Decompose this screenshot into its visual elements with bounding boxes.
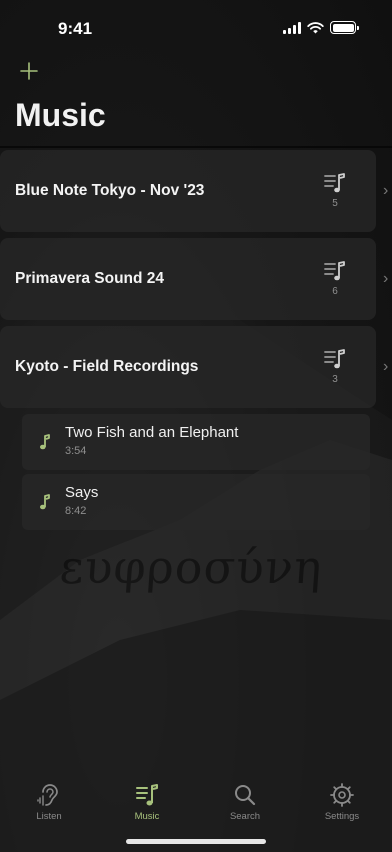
track-row[interactable]: Two Fish and an Elephant 3:54 — [22, 414, 370, 470]
tab-settings[interactable]: Settings — [307, 782, 377, 822]
track-count: 6 — [332, 286, 338, 297]
track-count: 3 — [332, 374, 338, 385]
track-duration: 3:54 — [65, 445, 87, 457]
page-title: Music — [15, 97, 106, 133]
cellular-signal-icon — [283, 21, 301, 34]
music-note-icon — [40, 434, 50, 450]
track-title: Says — [65, 484, 99, 501]
music-list-icon — [324, 349, 345, 369]
home-indicator — [126, 839, 266, 844]
battery-icon — [330, 21, 359, 34]
track-count: 5 — [332, 198, 338, 209]
chevron-right-icon[interactable]: › — [383, 182, 388, 200]
plus-icon — [20, 62, 38, 80]
chevron-right-icon[interactable]: › — [383, 270, 388, 288]
status-bar: 9:41 — [0, 0, 392, 54]
playlist-row[interactable]: Blue Note Tokyo - Nov '23 5 — [0, 150, 376, 232]
background-lettering: ευφροσύνη — [58, 540, 325, 594]
playlist-name: Kyoto - Field Recordings — [15, 358, 199, 375]
music-list-icon — [136, 784, 158, 806]
music-list-icon — [324, 173, 345, 193]
chevron-right-icon[interactable]: › — [383, 358, 388, 376]
gear-icon — [330, 783, 354, 807]
track-duration: 8:42 — [65, 505, 87, 517]
music-note-icon — [40, 494, 50, 510]
ear-icon — [37, 784, 58, 806]
tab-label: Search — [229, 811, 261, 822]
title-divider — [0, 146, 392, 148]
add-button[interactable] — [16, 58, 42, 84]
status-icons — [283, 21, 359, 34]
wifi-icon — [307, 21, 324, 33]
track-title: Two Fish and an Elephant — [65, 424, 239, 441]
tab-listen[interactable]: Listen — [14, 782, 84, 822]
tab-label: Settings — [324, 811, 360, 822]
tab-label: Listen — [36, 811, 62, 822]
search-icon — [235, 785, 256, 806]
music-list-icon — [324, 261, 345, 281]
tab-label: Music — [134, 811, 160, 822]
track-row[interactable]: Says 8:42 — [22, 474, 370, 530]
playlist-name: Primavera Sound 24 — [15, 270, 165, 287]
playlist-row[interactable]: Kyoto - Field Recordings 3 — [0, 326, 376, 408]
playlist-name: Blue Note Tokyo - Nov '23 — [15, 182, 205, 199]
status-time: 9:41 — [58, 19, 93, 38]
playlist-row[interactable]: Primavera Sound 24 6 — [0, 238, 376, 320]
tab-search[interactable]: Search — [210, 782, 280, 822]
tab-music[interactable]: Music — [112, 782, 182, 822]
